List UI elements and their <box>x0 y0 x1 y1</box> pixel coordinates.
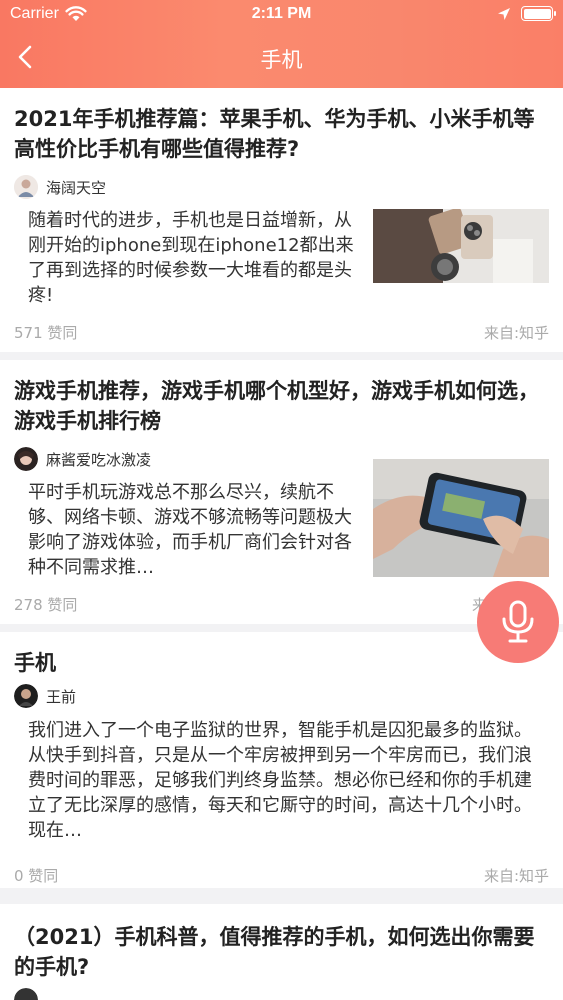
article-title[interactable]: 手机 <box>14 648 552 678</box>
author-row[interactable]: 王前 <box>14 684 76 708</box>
source-label: 来自:知乎 <box>483 867 549 885</box>
avatar <box>14 175 38 199</box>
article-excerpt: 我们进入了一个电子监狱的世界，智能手机是囚犯最多的监狱。从快手到抖音，只是从一个… <box>28 720 532 841</box>
article-card[interactable]: （2021）手机科普，值得推荐的手机，如何选出你需要的手机? <box>0 904 563 1000</box>
author-name: 王前 <box>46 687 77 706</box>
author-name: 海阔天空 <box>46 178 107 197</box>
article-excerpt: 平时手机玩游戏总不那么尽兴，续航不够、网络卡顿、游戏不够流畅等问题极大影响了游戏… <box>28 482 352 578</box>
article-card[interactable]: 游戏手机推荐，游戏手机哪个机型好，游戏手机如何选，游戏手机排行榜 麻酱爱吃冰激凌… <box>0 360 563 624</box>
avatar <box>14 447 38 471</box>
avatar <box>14 988 38 1000</box>
header-bar: Carrier 2:11 PM 手机 <box>0 0 563 88</box>
likes-count: 571 赞同 <box>14 324 78 342</box>
status-right <box>497 6 556 21</box>
status-bar: Carrier 2:11 PM <box>0 0 563 30</box>
author-row[interactable]: 海阔天空 <box>14 175 106 199</box>
likes-count: 0 赞同 <box>14 867 59 885</box>
article-thumbnail <box>373 209 549 283</box>
article-title[interactable]: 游戏手机推荐，游戏手机哪个机型好，游戏手机如何选，游戏手机排行榜 <box>14 376 552 436</box>
page-title: 手机 <box>260 48 303 72</box>
status-time: 2:11 PM <box>251 5 312 22</box>
article-card[interactable]: 手机 王前 我们进入了一个电子监狱的世界，智能手机是囚犯最多的监狱。从快手到抖音… <box>0 632 563 888</box>
author-row[interactable] <box>14 988 46 1000</box>
nav-bar: 手机 <box>0 36 563 80</box>
source-label: 来自:知乎 <box>483 324 549 342</box>
battery-icon <box>521 6 556 21</box>
voice-search-button[interactable] <box>477 581 559 663</box>
article-thumbnail <box>373 459 549 577</box>
article-excerpt: 随着时代的进步，手机也是日益增新，从刚开始的iphone到现在iphone12都… <box>28 210 354 306</box>
article-card[interactable]: 2021年手机推荐篇：苹果手机、华为手机、小米手机等高性价比手机有哪些值得推荐?… <box>0 88 563 352</box>
likes-count: 278 赞同 <box>14 596 78 614</box>
author-row[interactable]: 麻酱爱吃冰激凌 <box>14 447 151 471</box>
article-title[interactable]: 2021年手机推荐篇：苹果手机、华为手机、小米手机等高性价比手机有哪些值得推荐? <box>14 104 552 164</box>
location-arrow-icon <box>498 7 510 20</box>
article-title[interactable]: （2021）手机科普，值得推荐的手机，如何选出你需要的手机? <box>14 922 552 982</box>
author-name: 麻酱爱吃冰激凌 <box>46 450 152 469</box>
microphone-icon <box>502 600 534 643</box>
avatar <box>14 684 38 708</box>
